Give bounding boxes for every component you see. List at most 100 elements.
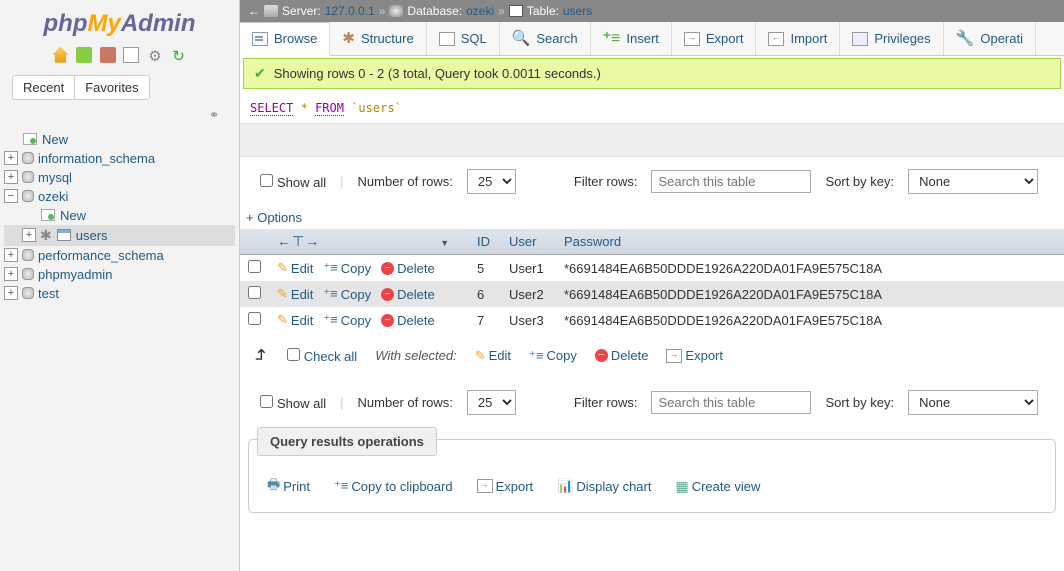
row-edit[interactable]: ✎Edit [277,312,313,328]
bc-db[interactable]: ozeki [466,4,494,18]
sort-select[interactable]: None [908,169,1038,194]
export-button[interactable]: Export [477,474,534,498]
row-copy[interactable]: ⁺≡Copy [323,260,371,276]
tab-import[interactable]: Import [756,22,840,55]
show-all-bottom[interactable]: Show all [260,395,326,411]
tree-db-ozeki[interactable]: −ozeki [4,187,235,206]
num-rows-select[interactable]: 25 [467,169,516,194]
chart-icon: 📊 [557,478,573,494]
bulk-export[interactable]: Export [666,348,723,363]
expand-icon[interactable]: + [4,286,18,300]
cell-id: 5 [469,255,501,282]
expand-icon[interactable]: + [4,267,18,281]
sort-arrows-icon[interactable]: ←⊤→ [277,233,320,249]
tree-table-users[interactable]: +✱users [4,225,235,246]
panel-title: Query results operations [257,427,437,456]
row-checkbox[interactable] [248,260,261,273]
row-edit[interactable]: ✎Edit [277,286,313,302]
bc-server[interactable]: 127.0.0.1 [325,4,375,18]
copy-clipboard-button[interactable]: ⁺≡Copy to clipboard [334,474,453,498]
bc-table-label: Table: [527,4,559,18]
col-user[interactable]: User [501,229,556,255]
query-results-operations: Query results operations 🖶Print ⁺≡Copy t… [248,439,1056,513]
bc-table[interactable]: users [563,4,592,18]
display-chart-button[interactable]: 📊Display chart [557,474,651,498]
tab-operations[interactable]: 🔧Operati [944,22,1036,55]
check-all[interactable]: Check all [287,348,357,364]
expand-icon[interactable]: + [4,248,18,262]
sort-label: Sort by key: [825,174,894,189]
bulk-actions: ↵ Check all With selected: ✎Edit ⁺≡Copy … [240,333,1064,378]
copy-icon: ⁺≡ [323,260,337,276]
reload-icon[interactable]: ↻ [171,47,187,63]
tree-db-information-schema[interactable]: +information_schema [4,149,235,168]
logout-icon[interactable] [76,47,92,63]
col-id[interactable]: ID [469,229,501,255]
row-checkbox[interactable] [248,312,261,325]
tab-privileges[interactable]: Privileges [840,22,943,55]
row-copy[interactable]: ⁺≡Copy [323,286,371,302]
with-selected-label: With selected: [375,348,457,363]
row-edit[interactable]: ✎Edit [277,260,313,276]
server-icon [264,5,278,17]
tree-db-performance-schema[interactable]: +performance_schema [4,246,235,265]
col-password[interactable]: Password [556,229,1064,255]
collapse-icon[interactable]: − [4,189,18,203]
filter-input[interactable] [651,391,811,414]
row-copy[interactable]: ⁺≡Copy [323,312,371,328]
logo-admin: Admin [121,10,196,37]
row-delete[interactable]: −Delete [381,261,435,276]
docs-icon[interactable] [123,47,139,63]
show-all-checkbox[interactable] [260,174,273,187]
bc-server-label: Server: [282,4,321,18]
row-delete[interactable]: −Delete [381,313,435,328]
tab-export[interactable]: Export [672,22,757,55]
check-all-checkbox[interactable] [287,348,300,361]
link-icon[interactable]: ⚭ [0,108,239,126]
tree-db-mysql[interactable]: +mysql [4,168,235,187]
num-rows-select[interactable]: 25 [467,390,516,415]
create-view-button[interactable]: ▦Create view [675,474,760,498]
edit-icon: ✎ [277,286,288,302]
tab-sql[interactable]: SQL [427,22,500,55]
tab-browse[interactable]: Browse [240,22,330,56]
tab-insert[interactable]: ⁺≡Insert [591,22,672,55]
sql-icon[interactable] [100,47,116,63]
tab-search[interactable]: 🔍Search [500,22,591,55]
settings-icon[interactable]: ⚙ [147,47,163,63]
database-icon [389,5,403,17]
home-icon[interactable] [52,47,68,63]
expand-icon[interactable]: + [4,151,18,165]
tree-new[interactable]: New [4,130,235,149]
logo[interactable]: phpMyAdmin [0,0,239,42]
tree-db-test[interactable]: +test [4,284,235,303]
browse-icon [252,32,268,46]
tree-db-phpmyadmin[interactable]: +phpmyadmin [4,265,235,284]
search-icon: 🔍 [512,32,531,46]
row-delete[interactable]: −Delete [381,287,435,302]
options-toggle[interactable]: + Options [246,210,302,225]
expand-icon[interactable]: + [4,170,18,184]
bulk-delete[interactable]: −Delete [595,348,649,363]
sort-select[interactable]: None [908,390,1038,415]
db-tree: New +information_schema +mysql −ozeki Ne… [0,126,239,307]
bulk-copy[interactable]: ⁺≡Copy [529,348,577,364]
database-icon [22,249,34,261]
bulk-edit[interactable]: ✎Edit [475,348,511,364]
expand-icon[interactable]: + [22,228,36,242]
collapse-sidebar-icon[interactable]: ← [248,4,260,18]
row-checkbox[interactable] [248,286,261,299]
tree-ozeki-new[interactable]: New [4,206,235,225]
tab-recent[interactable]: Recent [13,76,75,99]
filter-input[interactable] [651,170,811,193]
tab-favorites[interactable]: Favorites [75,76,148,99]
structure-icon: ✱ [342,32,355,46]
export-icon [684,32,700,46]
structure-icon[interactable]: ✱ [40,227,52,244]
sql-query[interactable]: SELECT * FROM `users` [240,97,1064,123]
show-all[interactable]: Show all [260,174,326,190]
tab-structure[interactable]: ✱Structure [330,22,426,55]
bulk-arrow-icon: ↵ [251,348,272,363]
show-all-checkbox[interactable] [260,395,273,408]
print-button[interactable]: 🖶Print [267,474,310,498]
